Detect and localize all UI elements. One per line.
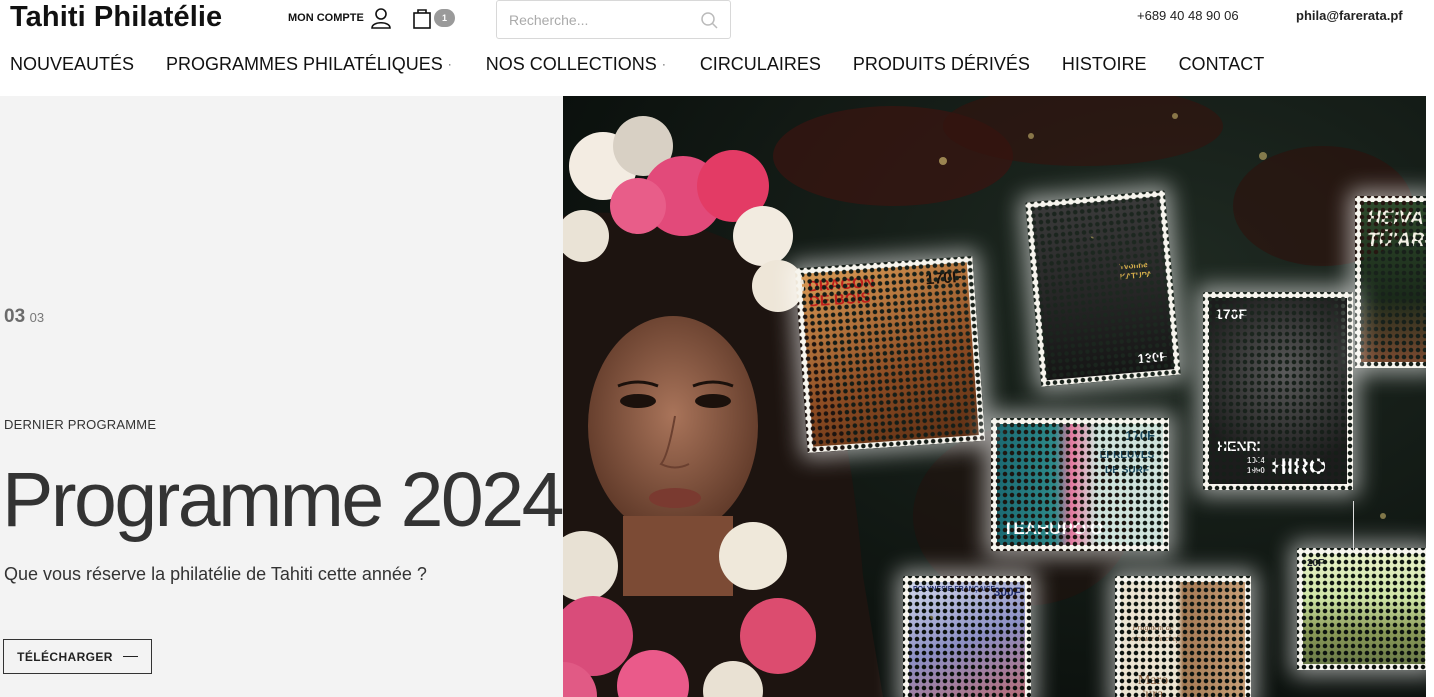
nav-item-label: HISTOIRE [1061,53,1147,74]
stamp-heiva-title: HEIVA TŪ'ARO [1367,208,1426,251]
cart-link[interactable]: 1 [412,7,455,29]
stamp-polynesie-value: 300F [993,585,1021,599]
stamp-fragment-name: Maro 'ura [1137,673,1169,697]
hero-subtitle: Que vous réserve la philatélie de Tahiti… [4,564,427,584]
nav-item-produits-derives[interactable]: PRODUITS DÉRIVÉS [853,54,1030,74]
stamp-dragon: DRAGON DE BOIS 170F [794,256,986,453]
nav-item-contact[interactable]: CONTACT [1179,54,1265,74]
download-button-label: TÉLÉCHARGER [17,649,113,664]
user-icon [370,8,391,29]
nav-item-label: CIRCULAIRES [699,53,821,74]
stamp-henri-years: 1944 1990 [1247,456,1265,475]
slide-total: 03 [29,310,45,325]
nav-item-label: CONTACT [1178,53,1265,74]
nav-item-label: PRODUITS DÉRIVÉS [852,53,1030,74]
nav-item-label: NOUVEAUTÉS [10,53,135,74]
dropdown-indicator-icon: · [447,57,452,71]
hero-eyebrow: DERNIER PROGRAMME [4,417,157,432]
stamp-connector-line [1353,501,1354,551]
search-box [496,0,731,39]
stamp-heiva: HEIVA TŪ'ARO [1355,196,1426,368]
nav-item-label: NOS COLLECTIONS [485,53,657,74]
stamp-henri-first-name: HENRI [1217,438,1261,454]
email-address[interactable]: phila@farerata.pf [1296,8,1403,23]
slide-counter: 03 03 [4,306,44,328]
arrow-line-icon [122,656,138,657]
site-logo[interactable]: Tahiti Philatélie [10,1,222,34]
nav-item-circulaires[interactable]: CIRCULAIRES [700,54,821,74]
search-icon[interactable] [700,11,718,29]
shopping-bag-icon [413,9,431,29]
slide-current: 03 [4,306,26,327]
nav-item-label: PROGRAMMES PHILATÉLIQUES [166,53,443,74]
stamp-henri-hiro: 170F HENRI 1944 1990 HIRO [1203,292,1353,490]
stamp-polynesie: POLYNÉSIE FRANÇAISE 300F [903,576,1031,697]
dropdown-indicator-icon: · [661,57,666,71]
account-label: MON COMPTE [288,12,364,24]
nav-item-histoire[interactable]: HISTOIRE [1062,54,1147,74]
cart-count-badge: 1 [434,9,455,27]
stamp-surf-title: ÉPREUVES DE SURF [1099,450,1155,476]
stamp-henri-last-name: HIRO [1271,454,1326,479]
stamp-portrait-value: 130F [1136,348,1168,367]
hero-text-panel: 03 03 DERNIER PROGRAMME Programme 2024 Q… [0,96,564,697]
stamp-dragon-title: DRAGON DE BOIS [807,273,876,311]
stamp-fragment: Fragment de ceinture de chef Maro 'ura [1115,576,1251,697]
phone-number[interactable]: +689 40 48 90 06 [1137,8,1239,23]
nav-item-nouveautes[interactable]: NOUVEAUTÉS [10,54,134,74]
stamp-surf-place: TEAHUPO'O [1003,519,1104,538]
stamp-eel-value: 20F [1307,558,1325,569]
stamp-henri-value: 170F [1215,306,1247,322]
stamp-eel: 20F [1297,548,1426,670]
nav-item-collections[interactable]: NOS COLLECTIONS · [486,54,666,74]
stamp-portrait: Yvonne KATUPA 130F [1025,190,1181,387]
stamp-portrait-name: Yvonne KATUPA [1118,260,1153,282]
main-nav: NOUVEAUTÉS PROGRAMMES PHILATÉLIQUES · NO… [10,54,1264,74]
account-link[interactable]: MON COMPTE [288,7,392,29]
stamp-dragon-value: 170F [924,268,963,289]
stamp-surf-value: 170F [1125,428,1155,443]
stamp-fragment-label: Fragment de ceinture de chef [1127,623,1179,643]
hero-image: DRAGON DE BOIS 170F Yvonne KATUPA 130F H… [563,96,1426,697]
stamp-surf: 170F ÉPREUVES DE SURF TEAHUPO'O [991,418,1169,551]
hero-title: Programme 2024 [2,457,564,543]
download-button[interactable]: TÉLÉCHARGER [3,639,152,674]
nav-item-programmes[interactable]: PROGRAMMES PHILATÉLIQUES · [166,54,452,74]
search-input[interactable] [509,11,700,28]
stamp-polynesie-country: POLYNÉSIE FRANÇAISE [913,586,996,593]
page-edge [1426,96,1434,697]
